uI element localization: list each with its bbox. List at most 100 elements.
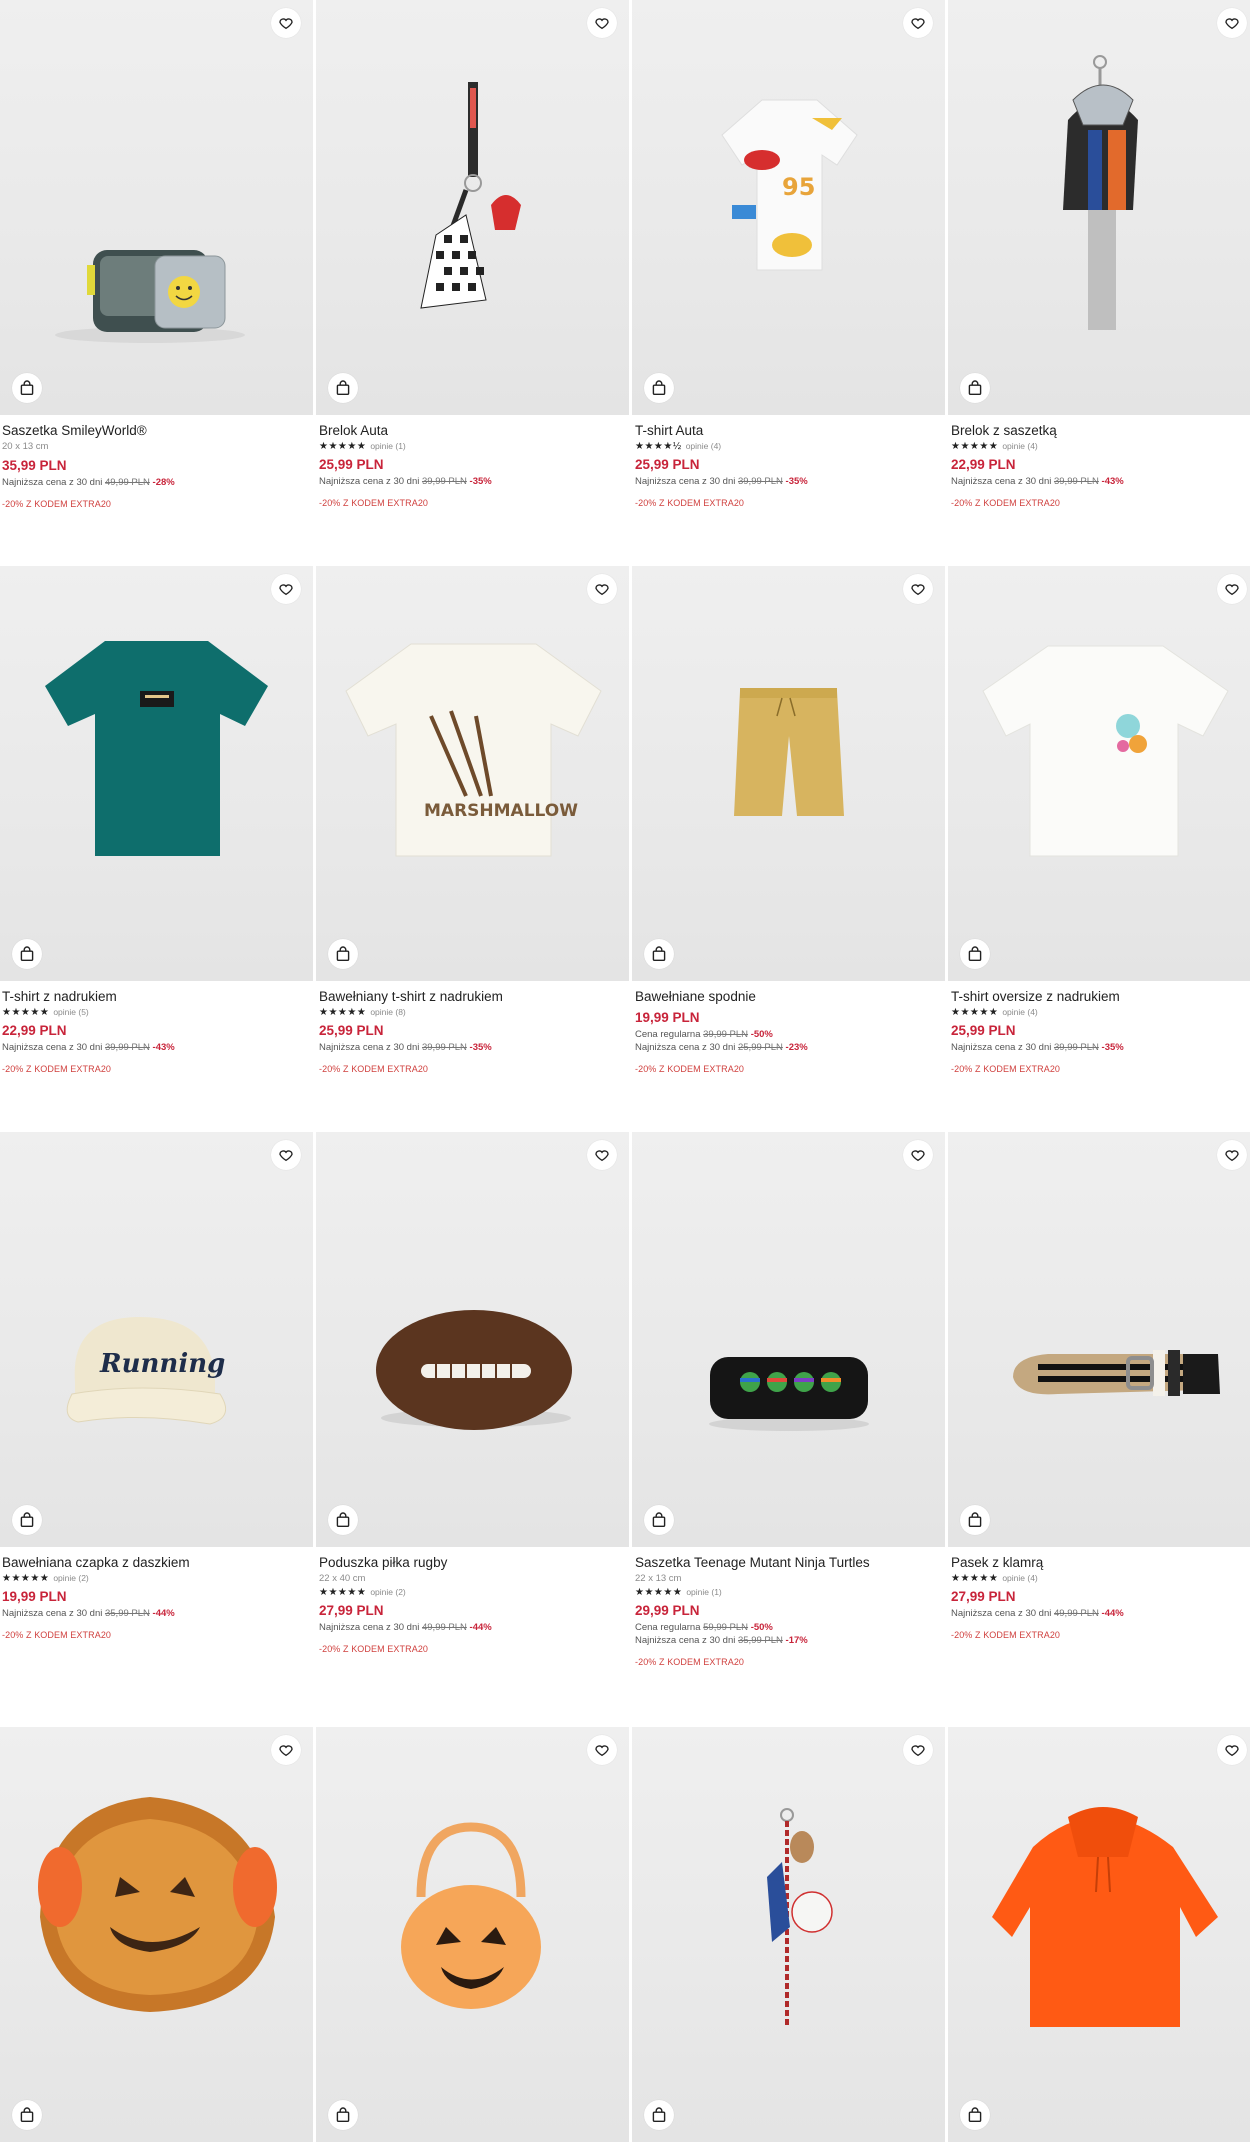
product-name[interactable]: Bawełniany t-shirt z nadrukiem bbox=[319, 988, 627, 1006]
add-to-cart-button[interactable] bbox=[644, 939, 674, 969]
product-rating[interactable]: ★★★★★ opinie (2) bbox=[2, 1572, 311, 1585]
wishlist-button[interactable] bbox=[903, 1140, 933, 1170]
wishlist-button[interactable] bbox=[1217, 8, 1247, 38]
product-image[interactable] bbox=[948, 0, 1250, 415]
lowest-price-info: Najniższa cena z 30 dni 25,99 PLN -23% bbox=[635, 1042, 808, 1053]
wishlist-button[interactable] bbox=[587, 1735, 617, 1765]
heart-icon bbox=[1225, 584, 1239, 596]
add-to-cart-button[interactable] bbox=[644, 2100, 674, 2130]
regular-price-info: Cena regularna 39,99 PLN -50% bbox=[635, 1029, 773, 1040]
product-name[interactable]: Pasek z klamrą bbox=[951, 1554, 1250, 1572]
product-rating[interactable]: ★★★★★ opinie (4) bbox=[951, 440, 1250, 453]
product-card[interactable]: T-shirt oversize z nadrukiem ★★★★★ opinie… bbox=[948, 566, 1250, 1132]
product-image[interactable] bbox=[632, 1727, 945, 2142]
add-to-cart-button[interactable] bbox=[12, 939, 42, 969]
wishlist-button[interactable] bbox=[1217, 574, 1247, 604]
product-name[interactable]: Bawełniana czapka z daszkiem bbox=[2, 1554, 311, 1572]
product-card[interactable]: Bawełniane spodnie 19,99 PLN Cena regula… bbox=[632, 566, 945, 1132]
wishlist-button[interactable] bbox=[587, 574, 617, 604]
product-image[interactable] bbox=[632, 1132, 945, 1547]
product-image[interactable] bbox=[948, 1132, 1250, 1547]
product-card[interactable]: Brelok Auta ★★★★★ opinie (1) 25,99 PLN Na… bbox=[316, 0, 629, 566]
product-name[interactable]: T-shirt oversize z nadrukiem bbox=[951, 988, 1250, 1006]
svg-text:MARSHMALLOW: MARSHMALLOW bbox=[424, 801, 578, 821]
product-name[interactable]: T-shirt Auta bbox=[635, 422, 943, 440]
product-rating[interactable]: ★★★★★ opinie (2) bbox=[319, 1586, 627, 1599]
product-card[interactable] bbox=[0, 1727, 313, 2142]
product-rating[interactable]: ★★★★★ opinie (4) bbox=[951, 1572, 1250, 1585]
product-name[interactable]: Poduszka piłka rugby bbox=[319, 1554, 627, 1572]
shopping-bag-icon bbox=[652, 946, 666, 961]
lowest-price-info: Najniższa cena z 30 dni 49,99 PLN -44% bbox=[951, 1608, 1124, 1619]
product-name[interactable]: Brelok z saszetką bbox=[951, 422, 1250, 440]
add-to-cart-button[interactable] bbox=[960, 939, 990, 969]
wishlist-button[interactable] bbox=[587, 1140, 617, 1170]
wishlist-button[interactable] bbox=[903, 574, 933, 604]
star-icon: ★★★★★ bbox=[951, 1007, 999, 1018]
product-name[interactable]: Bawełniane spodnie bbox=[635, 988, 943, 1006]
product-card[interactable]: Brelok z saszetką ★★★★★ opinie (4) 22,99 … bbox=[948, 0, 1250, 566]
shopping-bag-icon bbox=[652, 1512, 666, 1527]
product-image[interactable]: MARSHMALLOW bbox=[316, 566, 629, 981]
product-rating[interactable]: ★★★★★ opinie (5) bbox=[2, 1006, 311, 1019]
add-to-cart-button[interactable] bbox=[960, 373, 990, 403]
product-image[interactable] bbox=[0, 0, 313, 415]
product-price: 29,99 PLN bbox=[635, 1603, 700, 1618]
product-image[interactable] bbox=[316, 1727, 629, 2142]
product-image[interactable] bbox=[316, 1132, 629, 1547]
add-to-cart-button[interactable] bbox=[328, 373, 358, 403]
product-rating[interactable]: ★★★★★ opinie (1) bbox=[319, 440, 627, 453]
product-image[interactable] bbox=[948, 566, 1250, 981]
wishlist-button[interactable] bbox=[1217, 1140, 1247, 1170]
product-name[interactable]: T-shirt z nadrukiem bbox=[2, 988, 311, 1006]
product-image[interactable] bbox=[0, 566, 313, 981]
product-rating[interactable]: ★★★★½ opinie (4) bbox=[635, 440, 943, 453]
product-image[interactable] bbox=[632, 566, 945, 981]
product-card[interactable] bbox=[948, 1727, 1250, 2142]
product-card[interactable]: Saszetka SmileyWorld® 20 x 13 cm 35,99 P… bbox=[0, 0, 313, 566]
product-name[interactable]: Saszetka SmileyWorld® bbox=[2, 422, 311, 440]
add-to-cart-button[interactable] bbox=[328, 939, 358, 969]
product-name[interactable]: Saszetka Teenage Mutant Ninja Turtles bbox=[635, 1554, 943, 1572]
product-name[interactable]: Brelok Auta bbox=[319, 422, 627, 440]
wishlist-button[interactable] bbox=[271, 8, 301, 38]
product-card[interactable] bbox=[316, 1727, 629, 2142]
wishlist-button[interactable] bbox=[271, 1140, 301, 1170]
wishlist-button[interactable] bbox=[903, 1735, 933, 1765]
product-card[interactable]: Poduszka piłka rugby 22 x 40 cm ★★★★★ opi… bbox=[316, 1132, 629, 1727]
wishlist-button[interactable] bbox=[271, 1735, 301, 1765]
product-rating[interactable]: ★★★★★ opinie (8) bbox=[319, 1006, 627, 1019]
product-card[interactable]: Pasek z klamrą ★★★★★ opinie (4) 27,99 PLN… bbox=[948, 1132, 1250, 1727]
add-to-cart-button[interactable] bbox=[12, 373, 42, 403]
add-to-cart-button[interactable] bbox=[12, 2100, 42, 2130]
add-to-cart-button[interactable] bbox=[960, 1505, 990, 1535]
product-image[interactable] bbox=[316, 0, 629, 415]
add-to-cart-button[interactable] bbox=[644, 1505, 674, 1535]
add-to-cart-button[interactable] bbox=[960, 2100, 990, 2130]
wishlist-button[interactable] bbox=[1217, 1735, 1247, 1765]
add-to-cart-button[interactable] bbox=[328, 2100, 358, 2130]
product-price: 27,99 PLN bbox=[951, 1589, 1016, 1604]
wishlist-button[interactable] bbox=[587, 8, 617, 38]
add-to-cart-button[interactable] bbox=[12, 1505, 42, 1535]
product-rating[interactable]: ★★★★★ opinie (1) bbox=[635, 1586, 943, 1599]
product-card[interactable]: Saszetka Teenage Mutant Ninja Turtles 22… bbox=[632, 1132, 945, 1727]
product-card[interactable]: MARSHMALLOW Bawełniany t-shirt z nadruki… bbox=[316, 566, 629, 1132]
wishlist-button[interactable] bbox=[271, 574, 301, 604]
product-image[interactable]: 95 bbox=[632, 0, 945, 415]
wishlist-button[interactable] bbox=[903, 8, 933, 38]
product-card[interactable]: T-shirt z nadrukiem ★★★★★ opinie (5) 22,9… bbox=[0, 566, 313, 1132]
product-rating[interactable]: ★★★★★ opinie (4) bbox=[951, 1006, 1250, 1019]
product-card[interactable]: Running Bawełniana czapka z daszkiem ★★★… bbox=[0, 1132, 313, 1727]
product-image[interactable] bbox=[0, 1727, 313, 2142]
add-to-cart-button[interactable] bbox=[644, 373, 674, 403]
add-to-cart-button[interactable] bbox=[328, 1505, 358, 1535]
product-image[interactable] bbox=[948, 1727, 1250, 2142]
product-card[interactable] bbox=[632, 1727, 945, 2142]
heart-icon bbox=[911, 1745, 925, 1757]
shopping-bag-icon bbox=[968, 380, 982, 395]
product-dimensions: 22 x 13 cm bbox=[635, 1573, 682, 1584]
star-icon: ★★★★★ bbox=[951, 441, 999, 452]
product-card[interactable]: 95 T-shirt Auta ★★★★½ opinie (4) 25,99 PL… bbox=[632, 0, 945, 566]
product-image[interactable]: Running bbox=[0, 1132, 313, 1547]
